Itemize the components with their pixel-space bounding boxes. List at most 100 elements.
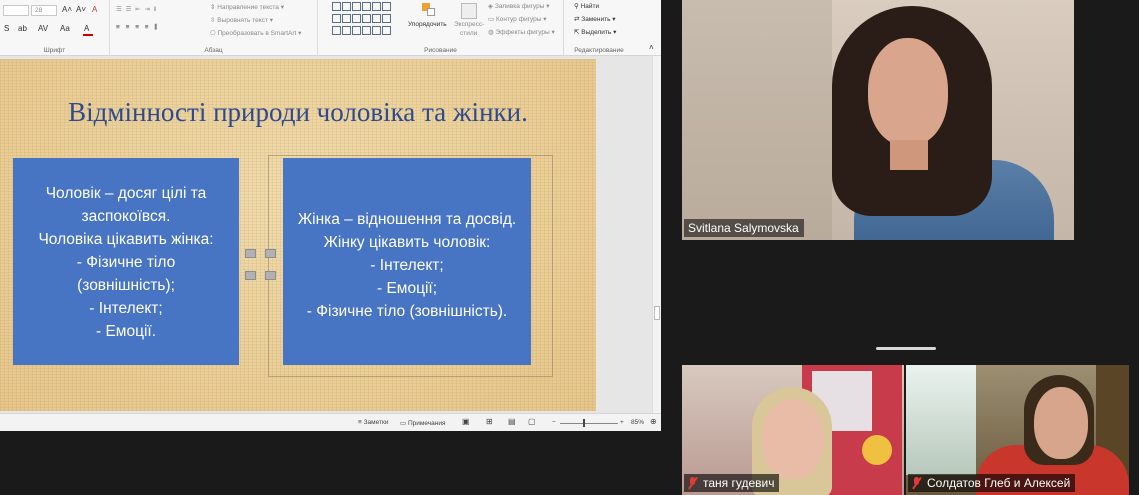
shape-fill-label: Заливка фигуры [494, 3, 545, 10]
ribbon-group-paragraph: ☰ ☰ ⇤ ⇥ ‖ ⇕ Направление текста ▾ ⇳ Выров… [110, 0, 318, 56]
shape-outline-label: Контур фигуры [495, 16, 542, 23]
participant-face [762, 399, 824, 479]
comments-label: Примечания [407, 420, 446, 427]
clear-format-icon[interactable]: A [92, 5, 97, 14]
notes-label: Заметки [363, 419, 389, 426]
speaker-name-tag: Svitlana Salymovska [684, 219, 804, 237]
background-wall [682, 0, 832, 240]
left-line: - Інтелект; [89, 300, 163, 317]
select-label: Выделить [581, 29, 612, 36]
slide-editing-area: Відмінності природи чоловіка та жінки. Ч… [0, 56, 652, 413]
zoom-in-icon[interactable]: + [620, 419, 624, 426]
collapse-ribbon-icon[interactable]: ˄ [649, 43, 654, 52]
powerpoint-ribbon: 28 A˄ A˅ A S ab AV Aa A Шрифт ☰ ☰ ⇤ ⇥ ‖ … [0, 0, 661, 56]
shape-effects-label: Эффекты фигуры [495, 29, 550, 36]
participant-name: Солдатов Глеб и Алексей [927, 476, 1071, 490]
poster-circle [862, 435, 892, 465]
left-line: заспокоївся. [81, 208, 171, 225]
slide-sorter-icon[interactable]: ⊞ [486, 417, 493, 426]
shape-fill-button[interactable]: ◈ Заливка фигуры ▾ [488, 2, 550, 10]
quick-styles-icon[interactable] [461, 3, 477, 19]
shape-outline-button[interactable]: ▭ Контур фигуры ▾ [488, 15, 546, 23]
zoom-slider-handle[interactable] [583, 419, 585, 427]
left-line: (зовнішність); [77, 277, 175, 294]
drawing-group-label: Рисование [424, 47, 457, 54]
text-direction-button[interactable]: ⇕ Направление текста ▾ [210, 3, 284, 11]
participant-video-tile[interactable]: таня гудевич [682, 365, 904, 495]
normal-view-icon[interactable]: ▣ [462, 417, 470, 426]
speaker-video-tile[interactable]: Svitlana Salymovska [682, 0, 1074, 240]
text-direction-label: Направление текста [217, 4, 279, 11]
paragraph-group-label: Абзац [204, 47, 223, 54]
right-text-box[interactable]: Жінка – відношення та досвід. Жінку ціка… [283, 158, 531, 365]
participant-video-tile[interactable]: Солдатов Глеб и Алексей [906, 365, 1129, 495]
left-line: Чоловіка цікавить жінка: [38, 231, 214, 248]
arrange-label[interactable]: Упорядочить [408, 21, 447, 28]
font-size-value: 28 [35, 7, 43, 14]
font-group-label: Шрифт [43, 47, 66, 54]
vertical-scrollbar[interactable] [652, 56, 661, 413]
fit-slide-icon[interactable]: ⊕ [650, 417, 657, 426]
right-line: Жінку цікавить чоловік: [323, 234, 491, 251]
ribbon-group-editing: ⚲ Найти ⇄ Заменить ▾ ⇱ Выделить ▾ Редакт… [564, 0, 634, 56]
gallery-resize-handle[interactable] [876, 347, 936, 350]
grow-font-icon[interactable]: A˄ [62, 5, 72, 14]
insert-table-icon[interactable] [245, 249, 256, 258]
font-color-swatch [83, 34, 93, 36]
smartart-button[interactable]: ⎔ Преобразовать в SmartArt ▾ [210, 29, 301, 37]
right-line: - Фізичне тіло (зовнішність). [306, 303, 508, 320]
shared-screen: 28 A˄ A˅ A S ab AV Aa A Шрифт ☰ ☰ ⇤ ⇥ ‖ … [0, 0, 661, 431]
zoom-meeting-window: 28 A˄ A˅ A S ab AV Aa A Шрифт ☰ ☰ ⇤ ⇥ ‖ … [0, 0, 1139, 495]
editing-group-label: Редактирование [574, 47, 624, 54]
ribbon-group-font: 28 A˄ A˅ A S ab AV Aa A Шрифт [0, 0, 110, 56]
right-line: - Інтелект; [370, 257, 444, 274]
font-color-icon[interactable]: A [84, 24, 89, 33]
find-label: Найти [580, 3, 600, 10]
list-icons[interactable]: ☰ ☰ ⇤ ⇥ ‖ [116, 5, 157, 13]
change-case-icon[interactable]: Aa [60, 24, 70, 33]
zoom-slider[interactable] [560, 423, 618, 424]
notes-button[interactable]: ≡ Заметки [358, 419, 388, 426]
scrollbar-thumb[interactable] [654, 306, 660, 320]
mic-muted-icon [688, 477, 697, 489]
replace-label: Заменить [581, 16, 611, 23]
zoom-out-icon[interactable]: − [552, 419, 556, 426]
left-line: - Емоції. [95, 323, 157, 340]
alignment-icons[interactable]: ≡ ≡ ≡ ≡ ⫼ [116, 24, 159, 32]
reading-view-icon[interactable]: ▤ [508, 417, 516, 426]
find-button[interactable]: ⚲ Найти [574, 2, 599, 10]
window-light [906, 365, 976, 475]
replace-button[interactable]: ⇄ Заменить ▾ [574, 15, 616, 23]
left-line: - Фізичне тіло [76, 254, 176, 271]
right-line: - Емоції; [376, 280, 438, 297]
font-size-dropdown[interactable]: 28 [31, 5, 57, 16]
zoom-level[interactable]: 85% [631, 419, 644, 426]
select-button[interactable]: ⇱ Выделить ▾ [574, 28, 616, 36]
speaker-face [868, 38, 948, 146]
shape-effects-button[interactable]: ◍ Эффекты фигуры ▾ [488, 28, 555, 36]
slideshow-icon[interactable]: ▢ [528, 417, 536, 426]
participant-name: таня гудевич [703, 476, 775, 490]
speaker-name: Svitlana Salymovska [688, 221, 799, 235]
shadow-icon[interactable]: ab [18, 24, 27, 33]
char-spacing-icon[interactable]: AV [38, 24, 48, 33]
shrink-font-icon[interactable]: A˅ [76, 5, 86, 14]
participant-name-tag: таня гудевич [684, 474, 780, 492]
align-text-button[interactable]: ⇳ Выровнять текст ▾ [210, 16, 273, 24]
participant-name-tag: Солдатов Глеб и Алексей [908, 474, 1076, 492]
shapes-gallery[interactable] [332, 2, 400, 36]
comments-button[interactable]: ▭ Примечания [400, 419, 445, 427]
slide-canvas[interactable]: Відмінності природи чоловіка та жінки. Ч… [0, 59, 596, 411]
font-name-dropdown[interactable] [3, 5, 29, 16]
insert-chart-icon[interactable] [265, 249, 276, 258]
quick-styles-label-2: стили [460, 30, 478, 37]
insert-picture-icon[interactable] [245, 271, 256, 280]
insert-video-icon[interactable] [265, 271, 276, 280]
align-text-label: Выровнять текст [217, 17, 268, 24]
arrange-icon[interactable] [422, 3, 436, 17]
slide-title[interactable]: Відмінності природи чоловіка та жінки. [0, 97, 596, 128]
bold-icon[interactable]: S [4, 24, 9, 33]
left-text-box[interactable]: Чоловік – досяг цілі та заспокоївся. Чол… [13, 158, 239, 365]
smartart-label: Преобразовать в SmartArt [217, 30, 297, 37]
participant-face [1034, 387, 1088, 459]
